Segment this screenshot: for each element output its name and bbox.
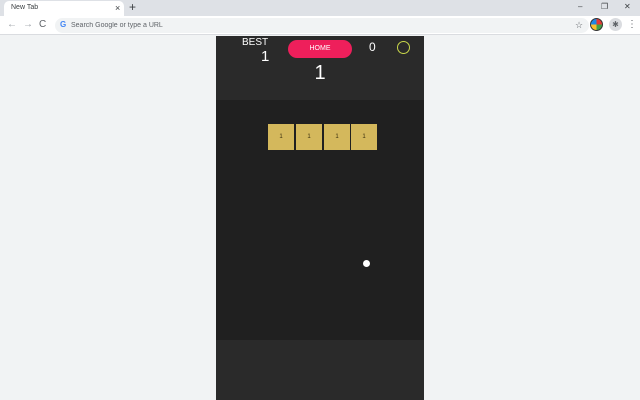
ball [363, 260, 370, 267]
tab-strip: New Tab × + – ❐ ✕ [0, 0, 640, 16]
tab-title: New Tab [11, 4, 39, 11]
address-input[interactable] [71, 19, 561, 31]
google-icon: G [60, 20, 67, 29]
omnibox[interactable]: G ☆ [55, 18, 589, 33]
bookmark-star-icon[interactable]: ☆ [575, 18, 583, 32]
forward-icon[interactable]: → [23, 19, 33, 31]
tab-new-tab[interactable]: New Tab × [4, 1, 124, 16]
game-container: BEST 1 HOME 0 1 1 1 1 1 [216, 36, 424, 400]
browser-toolbar: ← → C G ☆ ✱ ⋮ [0, 16, 640, 35]
home-button[interactable]: HOME [288, 40, 352, 58]
menu-icon[interactable]: ⋮ [627, 19, 637, 31]
play-field[interactable]: 1 1 1 1 [216, 100, 424, 340]
brick: 1 [324, 124, 350, 150]
coin-ring-icon [397, 41, 410, 54]
brick: 1 [351, 124, 377, 150]
minimize-icon[interactable]: – [578, 1, 582, 13]
coin-count: 0 [369, 40, 376, 54]
current-score: 1 [314, 62, 326, 84]
best-label: BEST [242, 37, 269, 48]
extension-icon[interactable] [590, 18, 603, 31]
brick: 1 [296, 124, 322, 150]
close-window-icon[interactable]: ✕ [624, 1, 631, 13]
reload-icon[interactable]: C [39, 19, 46, 31]
back-icon[interactable]: ← [7, 19, 17, 31]
new-tab-button[interactable]: + [129, 1, 136, 14]
extensions-puzzle-icon[interactable]: ✱ [609, 18, 622, 31]
restore-icon[interactable]: ❐ [601, 1, 608, 13]
tab-close-icon[interactable]: × [115, 2, 120, 14]
brick: 1 [268, 124, 294, 150]
